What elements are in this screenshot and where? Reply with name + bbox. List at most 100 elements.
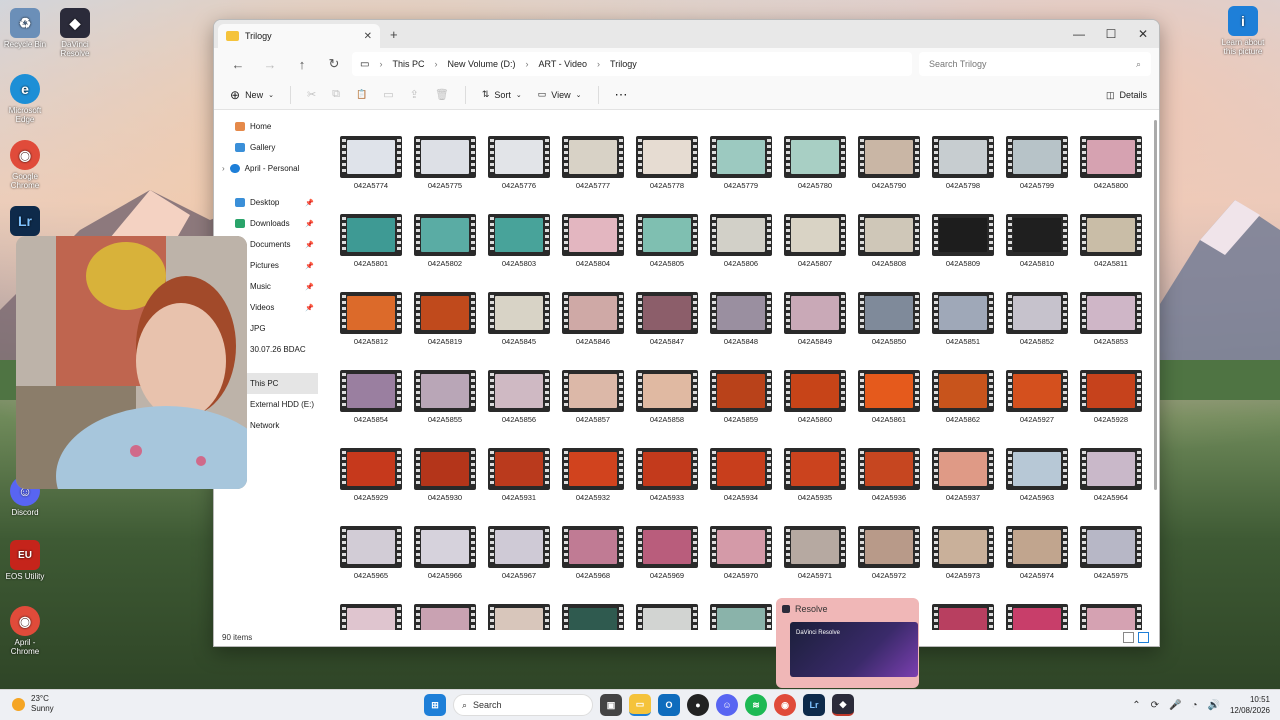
details-button[interactable]: ◫ Details (1100, 84, 1153, 106)
file-item[interactable]: 042A5964 (1074, 448, 1148, 526)
file-item[interactable]: 042A5811 (1074, 214, 1148, 292)
file-item[interactable]: 042A5803 (482, 214, 556, 292)
desktop-icon-lightroom[interactable]: Lr (0, 206, 50, 238)
microphone-icon[interactable]: 🎤 (1169, 700, 1181, 711)
minimize-button[interactable]: — (1063, 20, 1095, 48)
file-item[interactable] (630, 604, 704, 630)
file-item[interactable] (482, 604, 556, 630)
spotify-taskbar[interactable]: ≋ (745, 694, 767, 716)
sidebar-item-desktop[interactable]: Desktop 📌 (214, 192, 318, 213)
file-item[interactable]: 042A5847 (630, 292, 704, 370)
file-item[interactable]: 042A5963 (1000, 448, 1074, 526)
back-button[interactable]: ← (222, 57, 254, 72)
file-item[interactable]: 042A5972 (852, 526, 926, 604)
file-item[interactable] (926, 604, 1000, 630)
file-item[interactable]: 042A5934 (704, 448, 778, 526)
davinci-resolve-taskbar[interactable]: ◆ (832, 694, 854, 716)
file-item[interactable]: 042A5809 (926, 214, 1000, 292)
file-item[interactable]: 042A5971 (778, 526, 852, 604)
file-item[interactable]: 042A5855 (408, 370, 482, 448)
file-item[interactable]: 042A5937 (926, 448, 1000, 526)
file-item[interactable] (408, 604, 482, 630)
file-item[interactable]: 042A5862 (926, 370, 1000, 448)
file-item[interactable]: 042A5808 (852, 214, 926, 292)
file-item[interactable]: 042A5860 (778, 370, 852, 448)
scrollbar[interactable] (1154, 120, 1157, 490)
file-explorer-taskbar[interactable]: ▭ (629, 694, 651, 716)
file-item[interactable] (704, 604, 778, 630)
file-item[interactable]: 042A5778 (630, 136, 704, 214)
file-item[interactable]: 042A5806 (704, 214, 778, 292)
details-view-icon[interactable] (1123, 632, 1134, 643)
file-item[interactable]: 042A5935 (778, 448, 852, 526)
file-item[interactable]: 042A5780 (778, 136, 852, 214)
delete-button[interactable]: 🗑 (429, 84, 455, 106)
start-button[interactable]: ⊞ (424, 694, 446, 716)
file-item[interactable]: 042A5802 (408, 214, 482, 292)
file-item[interactable]: 042A5804 (556, 214, 630, 292)
new-button[interactable]: ⊕ New ⌄ (224, 84, 280, 106)
sidebar-item-downloads[interactable]: Downloads 📌 (214, 213, 318, 234)
file-item[interactable]: 042A5967 (482, 526, 556, 604)
volume-icon[interactable]: 🔊 (1208, 700, 1220, 711)
file-item[interactable]: 042A5856 (482, 370, 556, 448)
lightroom-taskbar[interactable]: Lr (803, 694, 825, 716)
outlook-taskbar[interactable]: O (658, 694, 680, 716)
file-item[interactable]: 042A5777 (556, 136, 630, 214)
file-item[interactable]: 042A5845 (482, 292, 556, 370)
file-item[interactable] (1000, 604, 1074, 630)
file-item[interactable]: 042A5810 (1000, 214, 1074, 292)
file-item[interactable]: 042A5819 (408, 292, 482, 370)
file-item[interactable]: 042A5849 (778, 292, 852, 370)
file-item[interactable]: 042A5857 (556, 370, 630, 448)
file-item[interactable]: 042A5807 (778, 214, 852, 292)
file-item[interactable]: 042A5852 (1000, 292, 1074, 370)
file-item[interactable]: 042A5932 (556, 448, 630, 526)
obs-taskbar[interactable]: ● (687, 694, 709, 716)
sync-icon[interactable]: ⟳ (1151, 700, 1159, 711)
task-view-button[interactable]: ▣ (600, 694, 622, 716)
desktop-icon-eos[interactable]: EU EOS Utility (0, 540, 50, 581)
file-item[interactable]: 042A5800 (1074, 136, 1148, 214)
breadcrumb-drive[interactable]: New Volume (D:) (447, 59, 515, 69)
refresh-button[interactable]: ↻ (318, 56, 350, 72)
sort-button[interactable]: ⇅ Sort ⌄ (476, 84, 528, 106)
taskbar-search[interactable]: ⌕ Search (453, 694, 593, 716)
file-item[interactable] (556, 604, 630, 630)
chrome-taskbar[interactable]: ◉ (774, 694, 796, 716)
desktop-icon-davinci[interactable]: ◆ DaVinci Resolve (50, 8, 100, 58)
desktop-icon-edge[interactable]: e Microsoft Edge (0, 74, 50, 124)
file-item[interactable]: 042A5965 (334, 526, 408, 604)
file-item[interactable]: 042A5931 (482, 448, 556, 526)
file-item[interactable]: 042A5968 (556, 526, 630, 604)
view-button[interactable]: ▭ View ⌄ (532, 84, 588, 106)
address-bar[interactable]: ▭ › This PC › New Volume (D:) › ART - Vi… (352, 52, 912, 76)
wifi-icon[interactable]: ◔ (1191, 700, 1197, 711)
forward-button[interactable]: → (254, 57, 286, 72)
file-item[interactable]: 042A5801 (334, 214, 408, 292)
file-item[interactable]: 042A5779 (704, 136, 778, 214)
clock[interactable]: 10:51 12/08/2026 (1230, 694, 1270, 716)
desktop-icon-april-chrome[interactable]: ◉ April - Chrome (0, 606, 50, 656)
file-item[interactable]: 042A5974 (1000, 526, 1074, 604)
file-item[interactable]: 042A5775 (408, 136, 482, 214)
file-item[interactable]: 042A5848 (704, 292, 778, 370)
file-item[interactable]: 042A5975 (1074, 526, 1148, 604)
desktop-icon-learn-picture[interactable]: i Learn about this picture (1216, 6, 1270, 56)
close-window-button[interactable]: ✕ (1127, 20, 1159, 48)
file-item[interactable]: 042A5774 (334, 136, 408, 214)
file-item[interactable] (1074, 604, 1148, 630)
desktop-icon-chrome[interactable]: ◉ Google Chrome (0, 140, 50, 190)
file-item[interactable] (334, 604, 408, 630)
new-tab-button[interactable]: + (390, 27, 398, 42)
resolve-taskbar-preview[interactable]: Resolve DaVinci Resolve (776, 598, 919, 688)
file-item[interactable]: 042A5799 (1000, 136, 1074, 214)
tiles-view-icon[interactable] (1138, 632, 1149, 643)
desktop-icon-recycle-bin[interactable]: ♻ Recycle Bin (0, 8, 50, 49)
file-item[interactable]: 042A5933 (630, 448, 704, 526)
file-item[interactable]: 042A5973 (926, 526, 1000, 604)
share-button[interactable]: ⇪ (404, 84, 425, 106)
sidebar-item-gallery[interactable]: Gallery (214, 137, 318, 158)
tab-trilogy[interactable]: Trilogy ✕ (218, 24, 380, 48)
breadcrumb-this-pc[interactable]: This PC (392, 59, 424, 69)
